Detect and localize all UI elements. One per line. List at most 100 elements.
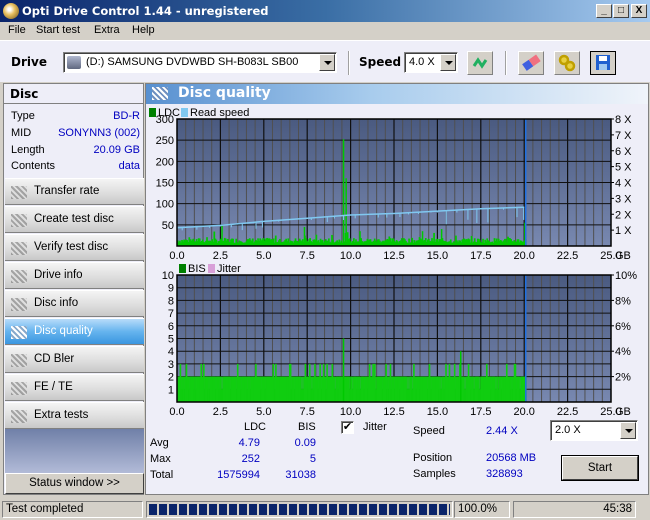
menu-start-test[interactable]: Start test xyxy=(36,24,80,36)
disc-info-row: Length 20.09 GB xyxy=(11,144,140,160)
toolbar-separator xyxy=(505,51,507,75)
x-tick-label: 7.5 xyxy=(300,250,315,262)
eraser-icon xyxy=(522,54,541,71)
ldc-spike xyxy=(221,224,223,246)
nav-extra-tests[interactable]: Extra tests xyxy=(5,402,144,429)
x-tick-label: 20.0 xyxy=(513,406,534,418)
y-tick-label: 7 xyxy=(168,308,174,320)
nav-fe-te[interactable]: FE / TE xyxy=(5,374,144,401)
x-tick-label: 5.0 xyxy=(256,406,271,418)
y-tick-label: 5 xyxy=(168,334,174,346)
speed-value: 4.0 X xyxy=(409,56,435,68)
disc-info-row: MID SONYNN3 (002) xyxy=(11,127,140,143)
jitter-legend-swatch xyxy=(208,264,215,273)
chain-button[interactable] xyxy=(554,51,580,75)
menu-help[interactable]: Help xyxy=(132,24,155,36)
transfer-rate-icon xyxy=(11,186,27,199)
save-button[interactable] xyxy=(590,51,616,75)
disc-contents-label: Contents xyxy=(11,160,56,172)
drive-select[interactable]: (D:) SAMSUNG DVDWBD SH-B083L SB00 xyxy=(63,52,337,73)
y2-tick-label: 5 X xyxy=(615,162,632,174)
x-tick-label: 0.0 xyxy=(169,406,184,418)
y-tick-label: 9 xyxy=(168,283,174,295)
y2-tick-label: 6% xyxy=(615,321,631,333)
x-tick-label: 7.5 xyxy=(300,406,315,418)
nav-verify-test-disc[interactable]: Verify test disc xyxy=(5,234,144,261)
status-window-button[interactable]: Status window >> xyxy=(5,473,144,494)
disc-quality-panel: Disc quality LDC Read speed 0.0 2.5 5.0 7.5… xyxy=(145,83,649,495)
save-icon xyxy=(596,55,610,70)
ldc-spike xyxy=(440,229,443,246)
ldc-avg-value: 4.79 xyxy=(238,437,260,449)
menu-extra[interactable]: Extra xyxy=(94,24,120,36)
ldc-spike xyxy=(421,231,424,246)
y-tick-label: 10 xyxy=(162,270,174,282)
bis-total-value: 31038 xyxy=(285,469,316,481)
minimize-button[interactable]: _ xyxy=(596,4,612,18)
title-bar: Opti Drive Control 1.44 - unregistered _… xyxy=(0,0,650,22)
refresh-icon xyxy=(472,57,488,69)
x-tick-label: 15.0 xyxy=(427,250,448,262)
position-value: 20568 MB xyxy=(486,452,537,464)
chevron-down-icon[interactable] xyxy=(440,54,456,71)
jitter-label: Jitter xyxy=(363,421,387,433)
chevron-down-icon[interactable] xyxy=(620,422,636,439)
chevron-down-icon[interactable] xyxy=(319,54,335,71)
nav-disc-info[interactable]: Disc info xyxy=(5,290,144,317)
x-tick-label: 0.0 xyxy=(169,250,184,262)
toolbar: Drive (D:) SAMSUNG DVDWBD SH-B083L SB00 … xyxy=(0,40,650,82)
panel-title: Disc quality xyxy=(178,85,271,101)
read-speed-legend-swatch xyxy=(181,108,188,117)
bis-spike xyxy=(342,338,345,402)
disc-heading: Disc xyxy=(4,84,143,104)
nav-transfer-rate[interactable]: Transfer rate xyxy=(5,178,144,205)
speed-select[interactable]: 4.0 X xyxy=(404,52,458,73)
x-tick-label: 12.5 xyxy=(383,406,404,418)
nav-disc-quality[interactable]: Disc quality xyxy=(5,318,144,345)
erase-button[interactable] xyxy=(518,51,544,75)
x-tick-label: 12.5 xyxy=(383,250,404,262)
y-tick-label: 250 xyxy=(156,135,174,147)
status-bar: Test completed 100.0% 45:38 xyxy=(0,499,650,520)
disc-quality-icon xyxy=(152,87,168,100)
close-button[interactable]: X xyxy=(631,4,647,18)
ldc-chart: LDC Read speed 0.0 2.5 5.0 7.5 10.0 12.5 15.0 1… xyxy=(149,107,632,262)
x-tick-label: 22.5 xyxy=(557,406,578,418)
bis-legend-swatch xyxy=(179,264,186,273)
max-label: Max xyxy=(150,453,171,465)
progress-percent: 100.0% xyxy=(454,501,510,518)
jitter-legend-label: Jitter xyxy=(217,263,241,275)
ldc-total-value: 1575994 xyxy=(217,469,260,481)
nav-create-test-disc[interactable]: Create test disc xyxy=(5,206,144,233)
x-tick-label: 17.5 xyxy=(470,406,491,418)
nav-filler xyxy=(5,429,144,477)
maximize-button[interactable]: □ xyxy=(613,4,629,18)
jitter-checkbox[interactable]: ✔ xyxy=(341,421,354,434)
bis-legend-label: BIS xyxy=(188,263,206,275)
y2-tick-label: 6 X xyxy=(615,146,632,158)
verify-test-disc-icon xyxy=(11,242,27,255)
nav-cd-bler[interactable]: CD Bler xyxy=(5,346,144,373)
y2-tick-label: 4% xyxy=(615,346,631,358)
y-tick-label: 50 xyxy=(162,220,174,232)
window-title: Opti Drive Control 1.44 - unregistered xyxy=(22,4,269,18)
progress-bar xyxy=(146,501,453,518)
refresh-button[interactable] xyxy=(467,51,493,75)
y2-tick-label: 1 X xyxy=(615,225,632,237)
x-unit-label: GB xyxy=(615,250,631,262)
ldc-column-header: LDC xyxy=(244,421,267,433)
y2-tick-label: 7 X xyxy=(615,130,632,142)
menu-bar: File Start test Extra Help xyxy=(0,22,650,40)
test-speed-select[interactable]: 2.0 X xyxy=(550,420,638,441)
status-message: Test completed xyxy=(2,501,143,518)
elapsed-time: 45:38 xyxy=(513,501,636,518)
start-button[interactable]: Start xyxy=(562,456,638,480)
speed-value: 2.44 X xyxy=(486,425,518,437)
nav-drive-info[interactable]: Drive info xyxy=(5,262,144,289)
disc-mid-value: SONYNN3 (002) xyxy=(58,127,140,139)
x-tick-label: 17.5 xyxy=(470,250,491,262)
y2-tick-label: 2% xyxy=(615,372,631,384)
menu-file[interactable]: File xyxy=(8,24,26,36)
disc-info-row: Contents data xyxy=(11,160,140,176)
disc-type-value: BD-R xyxy=(113,110,140,122)
